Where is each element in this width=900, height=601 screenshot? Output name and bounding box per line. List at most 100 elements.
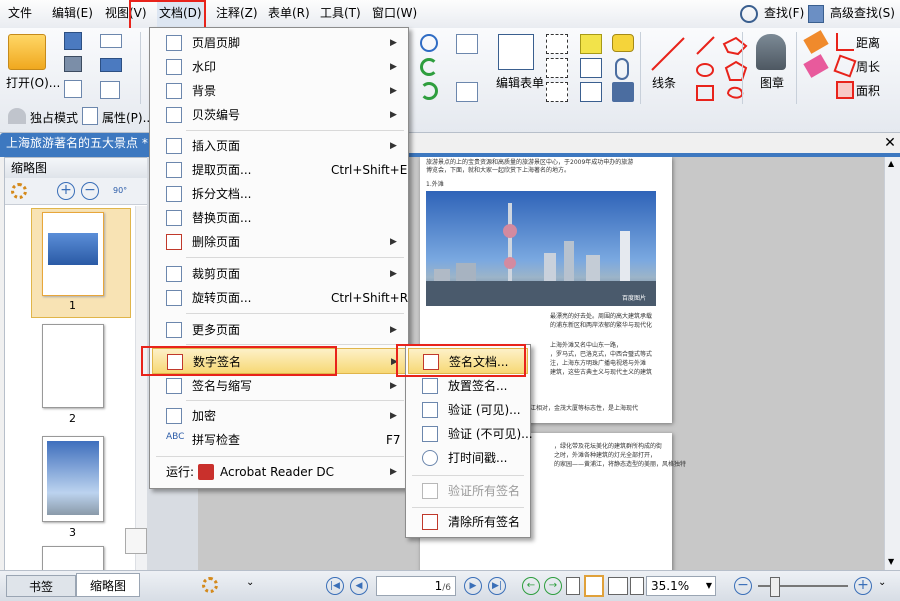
menu-item-watermark[interactable]: 水印 ▶: [150, 55, 408, 79]
menu-item-spell-check[interactable]: ABC 拼写检查 F7: [150, 428, 408, 452]
zoom-out-icon[interactable]: −: [81, 182, 99, 200]
stamp-label[interactable]: 图章: [760, 74, 784, 91]
page-input[interactable]: 1/6: [376, 576, 456, 596]
open-folder-icon[interactable]: [8, 34, 46, 70]
continuous-page-icon[interactable]: [584, 575, 604, 597]
menu-item-label: 加密: [192, 409, 217, 423]
menu-item-bates-numbering[interactable]: 贝茨编号 ▶: [150, 103, 408, 127]
menu-item-run-acrobat[interactable]: 运行: Acrobat Reader DC ▶: [150, 460, 408, 484]
zoom-select[interactable]: 35.1% ▼: [646, 576, 716, 596]
menu-form[interactable]: 表单(R): [266, 0, 312, 27]
new-document-icon[interactable]: [64, 80, 82, 98]
eraser-icon[interactable]: [803, 54, 829, 78]
add-image-icon[interactable]: [456, 82, 478, 102]
menu-file[interactable]: 文件: [6, 0, 34, 27]
text-box-icon[interactable]: [546, 58, 568, 78]
single-page-icon[interactable]: [566, 577, 580, 595]
menu-item-validate-visible[interactable]: 验证 (可见)...: [406, 398, 530, 422]
menu-item-sign-and-initial[interactable]: 签名与缩写 ▶: [150, 374, 408, 398]
sound-icon[interactable]: [612, 82, 634, 102]
create-pdf-icon[interactable]: [100, 81, 120, 99]
gear-icon[interactable]: [202, 577, 218, 593]
scan-icon[interactable]: [100, 58, 122, 72]
menu-item-extract-pages[interactable]: 提取页面... Ctrl+Shift+E: [150, 158, 408, 182]
rotate-right-icon[interactable]: [420, 82, 438, 100]
menu-item-crop-pages[interactable]: 裁剪页面 ▶: [150, 262, 408, 286]
edit-form-icon[interactable]: [498, 34, 534, 70]
facing-page-icon[interactable]: [608, 577, 628, 595]
page-thumbnail-2[interactable]: [42, 324, 104, 408]
document-scrollbar[interactable]: ▲ ▼: [884, 157, 900, 570]
zoom-out-icon[interactable]: −: [734, 577, 752, 595]
area-tool[interactable]: 面积: [856, 82, 880, 99]
page-thumbnail-3[interactable]: [42, 436, 104, 522]
line-tool-label[interactable]: 线条: [652, 74, 676, 91]
save-icon[interactable]: [64, 32, 82, 50]
menu-item-timestamp[interactable]: 打时间戳...: [406, 446, 530, 470]
back-view-icon[interactable]: ←: [522, 577, 540, 595]
menu-item-rotate-pages[interactable]: 旋转页面... Ctrl+Shift+R: [150, 286, 408, 310]
first-page-icon[interactable]: |◀: [326, 577, 344, 595]
zoom-in-icon[interactable]: +: [854, 577, 872, 595]
pencil-icon[interactable]: [803, 30, 829, 54]
menu-edit[interactable]: 编辑(E): [50, 0, 95, 27]
properties-button[interactable]: 属性(P)...: [102, 109, 154, 126]
print-icon[interactable]: [64, 56, 82, 72]
zoom-in-icon[interactable]: +: [57, 182, 75, 200]
perimeter-tool[interactable]: 周长: [856, 58, 880, 75]
zoom-in-icon[interactable]: [420, 34, 438, 52]
email-icon[interactable]: [100, 34, 122, 48]
edit-form-button[interactable]: 编辑表单: [496, 74, 544, 91]
line-tool-icon[interactable]: [648, 34, 688, 74]
page-thumbnail-4[interactable]: [42, 546, 104, 573]
menu-item-background[interactable]: 背景 ▶: [150, 79, 408, 103]
strikeout-icon[interactable]: [580, 58, 602, 78]
menu-comment[interactable]: 注释(Z): [214, 0, 260, 27]
menu-item-header-footer[interactable]: 页眉页脚 ▶: [150, 31, 408, 55]
stamp-icon[interactable]: [756, 34, 786, 70]
menu-window[interactable]: 窗口(W): [370, 0, 419, 27]
menu-item-split-document[interactable]: 拆分文档...: [150, 182, 408, 206]
attach-file-icon[interactable]: [615, 58, 629, 80]
menu-item-insert-page[interactable]: 插入页面 ▶: [150, 134, 408, 158]
open-button-label[interactable]: 打开(O)...: [6, 74, 60, 91]
tab-bookmarks[interactable]: 书签: [6, 575, 76, 597]
tab-thumbnails[interactable]: 缩略图: [76, 573, 140, 597]
distance-tool[interactable]: 距离: [856, 34, 880, 51]
menu-item-validate-invisible[interactable]: 验证 (不可见)...: [406, 422, 533, 446]
collapse-icon[interactable]: ⌄: [878, 577, 886, 588]
gear-icon[interactable]: [11, 183, 27, 199]
rotate-thumbnail-icon[interactable]: 90°: [113, 182, 135, 200]
rotate-left-icon[interactable]: [420, 58, 438, 76]
menu-item-delete-pages[interactable]: 删除页面 ▶: [150, 230, 408, 254]
image-tool-icon[interactable]: [456, 34, 478, 54]
status-bar: 书签 缩略图 ⌄ |◀ ◀ 1/6 ▶ ▶| ← → 35.1% ▼ − + ⌄: [0, 570, 900, 601]
typewriter-icon[interactable]: [580, 34, 602, 54]
ribbon-divider: [640, 32, 641, 104]
zoom-slider-handle[interactable]: [770, 577, 780, 597]
close-document-icon[interactable]: ✕: [882, 133, 898, 153]
continuous-facing-icon[interactable]: [630, 577, 644, 595]
find-button[interactable]: 查找(F): [762, 0, 806, 27]
forward-view-icon[interactable]: →: [544, 577, 562, 595]
text-field-icon[interactable]: [546, 34, 568, 54]
menu-item-more-pages[interactable]: 更多页面 ▶: [150, 318, 408, 342]
menu-item-encrypt[interactable]: 加密 ▶: [150, 404, 408, 428]
collapse-icon[interactable]: ⌄: [246, 577, 254, 588]
menu-tools[interactable]: 工具(T): [318, 0, 363, 27]
insert-text-icon[interactable]: [580, 82, 602, 102]
shape-tools-icon[interactable]: [694, 34, 764, 104]
scroll-up-icon[interactable]: ▲: [888, 159, 894, 168]
menu-item-replace-pages[interactable]: 替换页面...: [150, 206, 408, 230]
scroll-down-icon[interactable]: ▼: [888, 557, 894, 566]
advanced-find-button[interactable]: 高级查找(S): [828, 0, 897, 27]
menu-item-clear-all-signatures[interactable]: 清除所有签名: [406, 510, 530, 534]
callout-icon[interactable]: [546, 82, 568, 102]
previous-page-icon[interactable]: ◀: [350, 577, 368, 595]
last-page-icon[interactable]: ▶|: [488, 577, 506, 595]
page-thumbnail-1[interactable]: [42, 212, 104, 296]
read-mode-button[interactable]: 独占模式: [30, 109, 78, 126]
note-icon[interactable]: [612, 34, 634, 52]
next-page-icon[interactable]: ▶: [464, 577, 482, 595]
menu-item-place-signature[interactable]: 放置签名...: [406, 374, 530, 398]
